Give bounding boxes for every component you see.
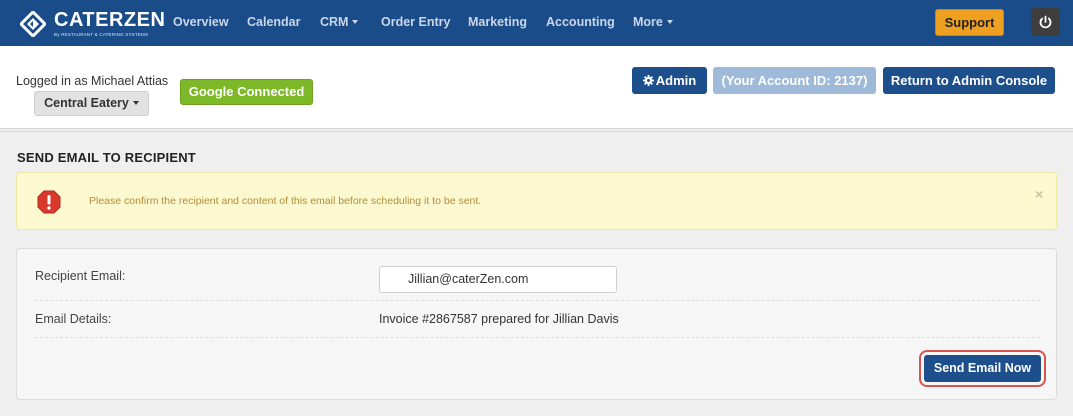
support-button[interactable]: Support [935,9,1004,36]
brand-name: CATERZEN [54,9,166,31]
brand-tagline: By RESTAURANT & CATERING SYSTEMS [54,32,149,37]
power-button[interactable] [1031,8,1060,36]
nav-item-label: Accounting [546,15,615,29]
warning-octagon-icon [37,190,61,214]
gear-icon [642,75,654,86]
recipient-email-field[interactable]: Jillian@caterZen.com [379,266,617,293]
return-to-admin-console-button[interactable]: Return to Admin Console [883,67,1055,94]
caterzen-logo[interactable]: CATERZEN By RESTAURANT & CATERING SYSTEM… [20,9,165,39]
nav-item-order-entry[interactable]: Order Entry [381,15,450,29]
email-details-label: Email Details: [35,312,112,326]
nav-item-overview[interactable]: Overview [173,15,229,29]
caret-down-icon [666,20,673,24]
location-label: Central Eatery [44,96,129,110]
admin-label: Admin [655,73,697,88]
email-details-value: Invoice #2867587 prepared for Jillian Da… [379,312,619,326]
admin-button[interactable]: Admin [632,67,707,94]
alert-message: Please confirm the recipient and content… [89,195,482,207]
nav-item-label: Marketing [468,15,528,29]
nav-item-label: Calendar [247,15,301,29]
google-connected-button[interactable]: Google Connected [180,79,313,105]
email-form-panel: Recipient Email: Jillian@caterZen.com Em… [16,248,1057,400]
nav-item-label: Overview [173,15,229,29]
header-divider [0,131,1073,132]
top-navbar: CATERZEN By RESTAURANT & CATERING SYSTEM… [0,0,1073,46]
power-icon [1039,15,1052,29]
recipient-email-label: Recipient Email: [35,269,126,283]
row-divider [35,300,1040,301]
nav-item-label: CRM [320,15,349,29]
row-divider [35,337,1040,338]
close-icon[interactable]: × [1035,186,1043,202]
account-id-button[interactable]: (Your Account ID: 2137) [713,67,876,94]
nav-item-more[interactable]: More [633,15,673,29]
nav-item-crm[interactable]: CRM [320,15,359,29]
page-title: SEND EMAIL TO RECIPIENT [17,150,196,165]
caret-down-icon [132,101,139,105]
nav-item-label: More [633,15,663,29]
logged-in-text: Logged in as Michael Attias [16,74,169,88]
location-dropdown[interactable]: Central Eatery [34,91,149,116]
caterzen-logo-mark-icon [20,11,46,37]
nav-item-calendar[interactable]: Calendar [247,15,301,29]
nav-item-marketing[interactable]: Marketing [468,15,527,29]
nav-item-label: Order Entry [381,15,451,29]
confirmation-alert: Please confirm the recipient and content… [16,172,1057,230]
send-email-now-button[interactable]: Send Email Now [924,355,1041,382]
nav-item-accounting[interactable]: Accounting [546,15,615,29]
caret-down-icon [352,20,359,24]
